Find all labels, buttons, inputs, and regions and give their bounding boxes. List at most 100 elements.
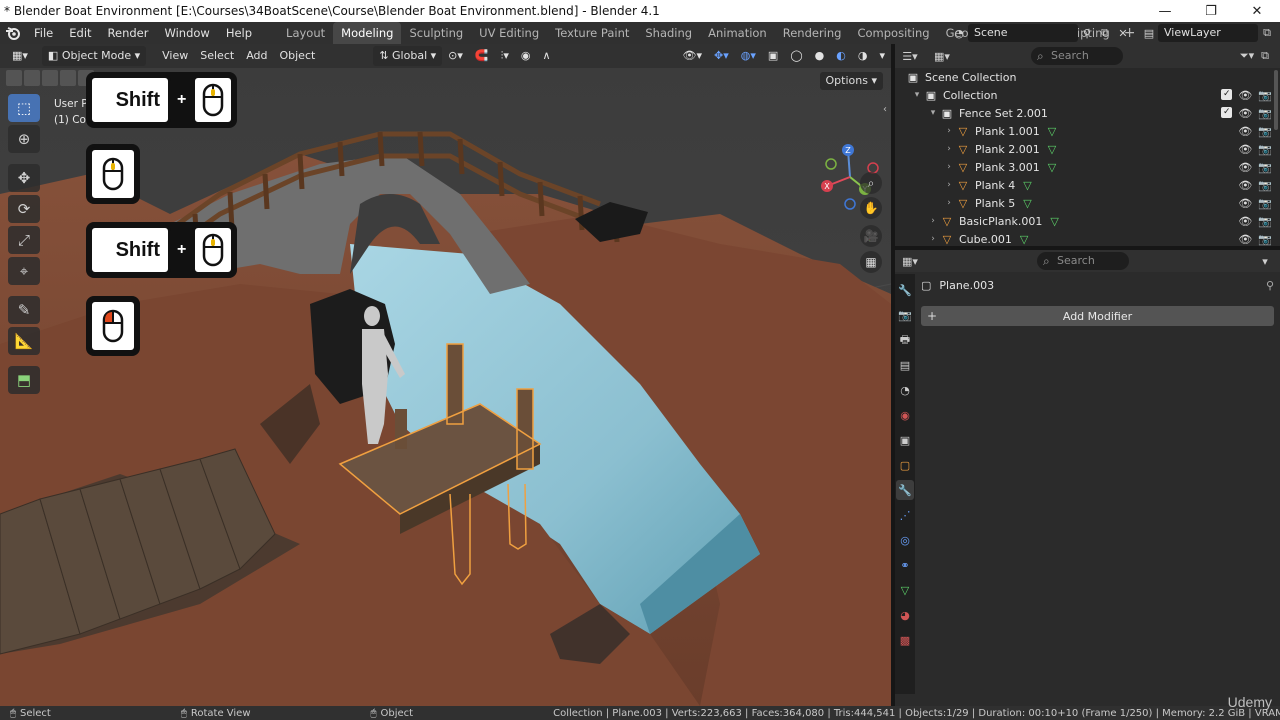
wireframe-shading-icon[interactable]: ◯ <box>784 46 808 66</box>
tab-texture-paint[interactable]: Texture Paint <box>547 22 637 44</box>
tab-animation[interactable]: Animation <box>700 22 775 44</box>
expand-icon[interactable]: › <box>943 180 955 190</box>
cursor-icon[interactable]: ⊕ <box>8 125 40 153</box>
tree-row-plank-4[interactable]: › ▽ Plank 4 ▽ 👁 📷 <box>895 176 1280 194</box>
select-box-icon[interactable]: ⬚ <box>8 94 40 122</box>
tree-row-plank-5[interactable]: › ▽ Plank 5 ▽ 👁 📷 <box>895 194 1280 212</box>
rendered-shading-icon[interactable]: ◑ <box>852 46 874 66</box>
scale-icon[interactable]: ⤢ <box>8 226 40 254</box>
tree-row-plank-3[interactable]: › ▽ Plank 3.001 ▽ 👁 📷 <box>895 158 1280 176</box>
tree-row-plank-1[interactable]: › ▽ Plank 1.001 ▽ 👁 📷 <box>895 122 1280 140</box>
eye-icon[interactable]: 👁 <box>1238 143 1252 156</box>
measure-icon[interactable]: 📐 <box>8 327 40 355</box>
overlay-icon[interactable]: ◍▾ <box>735 46 762 66</box>
tree-row-basicplank[interactable]: › ▽ BasicPlank.001 ▽ 👁 📷 <box>895 212 1280 230</box>
camera-icon[interactable]: 📷 <box>1258 197 1272 210</box>
camera-icon[interactable]: 📷 <box>1258 161 1272 174</box>
properties-options-icon[interactable]: ▾ <box>1256 252 1274 270</box>
tab-compositing[interactable]: Compositing <box>849 22 937 44</box>
visibility-icon[interactable]: 👁▾ <box>677 46 709 66</box>
menu-file[interactable]: File <box>26 22 61 44</box>
modifier-tab-icon[interactable]: 🔧 <box>896 480 914 500</box>
rotate-icon[interactable]: ⟳ <box>8 195 40 223</box>
move-icon[interactable]: ✥ <box>8 164 40 192</box>
scene-icon[interactable]: ◔ <box>950 24 968 42</box>
tree-row-scene-collection[interactable]: ▣ Scene Collection <box>895 68 1280 86</box>
select-new-icon[interactable] <box>6 70 22 86</box>
object-tab-icon[interactable]: ▢ <box>896 455 914 475</box>
outliner-editor-icon[interactable]: ☰▾ <box>901 47 919 65</box>
tree-row-fence-set[interactable]: ▾ ▣ Fence Set 2.001 ✓ 👁 📷 <box>895 104 1280 122</box>
camera-icon[interactable]: 📷 <box>1258 179 1272 192</box>
blender-logo-icon[interactable] <box>0 22 26 44</box>
scene-field[interactable]: Scene <box>968 24 1078 42</box>
tab-layout[interactable]: Layout <box>278 22 333 44</box>
object-mode-dropdown[interactable]: ◧ Object Mode ▾ <box>41 46 147 66</box>
viewlayer-icon[interactable]: ▤ <box>1140 24 1158 42</box>
tab-uv-editing[interactable]: UV Editing <box>471 22 547 44</box>
tab-modeling[interactable]: Modeling <box>333 22 402 44</box>
xray-icon[interactable]: ▣ <box>762 46 784 66</box>
pivot-icon[interactable]: ⊙▾ <box>442 46 469 66</box>
close-button[interactable]: ✕ <box>1234 0 1280 22</box>
eye-icon[interactable]: 👁 <box>1238 233 1252 246</box>
maximize-button[interactable]: ❐ <box>1188 0 1234 22</box>
tab-sculpting[interactable]: Sculpting <box>401 22 471 44</box>
select-subtract-icon[interactable] <box>42 70 58 86</box>
zoom-icon[interactable]: ⌕ <box>860 172 882 194</box>
options-dropdown[interactable]: Options ▾ <box>819 72 883 90</box>
menu-edit[interactable]: Edit <box>61 22 99 44</box>
select-extend-icon[interactable] <box>24 70 40 86</box>
tab-rendering[interactable]: Rendering <box>775 22 850 44</box>
camera-icon[interactable]: 📷 <box>1258 125 1272 138</box>
camera-view-icon[interactable]: 🎥 <box>860 225 882 247</box>
perspective-grid-icon[interactable]: ▦ <box>860 251 882 273</box>
tree-row-collection[interactable]: ▾ ▣ Collection ✓ 👁 📷 <box>895 86 1280 104</box>
pin-icon[interactable]: ⚲ <box>1266 279 1274 292</box>
add-modifier-button[interactable]: + Add Modifier <box>921 306 1274 326</box>
texture-tab-icon[interactable]: ▩ <box>896 630 914 650</box>
scene-tab-icon[interactable]: ◔ <box>896 380 914 400</box>
properties-search-input[interactable]: Search <box>1037 252 1129 270</box>
new-scene-icon[interactable]: ⧉ <box>1096 24 1114 42</box>
eye-icon[interactable]: 👁 <box>1238 179 1252 192</box>
viewlayer-field[interactable]: ViewLayer <box>1158 24 1258 42</box>
eye-icon[interactable]: 👁 <box>1238 197 1252 210</box>
3d-viewport[interactable]: ▦▾ ◧ Object Mode ▾ View Select Add Objec… <box>0 44 891 706</box>
exclude-checkbox[interactable]: ✓ <box>1221 106 1233 118</box>
snap-target-icon[interactable]: ⫶▾ <box>495 46 515 66</box>
expand-icon[interactable]: › <box>943 126 955 136</box>
pan-hand-icon[interactable]: ✋ <box>860 197 882 219</box>
outliner-search-input[interactable]: Search <box>1031 47 1123 65</box>
proportional-icon[interactable]: ◉ <box>515 46 537 66</box>
sidebar-toggle-icon[interactable]: ‹ <box>883 104 887 115</box>
menu-help[interactable]: Help <box>218 22 260 44</box>
exclude-checkbox[interactable]: ✓ <box>1221 88 1233 100</box>
camera-icon[interactable]: 📷 <box>1258 107 1272 120</box>
material-shading-icon[interactable]: ◐ <box>830 46 852 66</box>
pin-icon[interactable]: ⚲ <box>1078 24 1096 42</box>
menu-view[interactable]: View <box>156 46 194 66</box>
view-layer-tab-icon[interactable]: ▤ <box>896 355 914 375</box>
select-invert-icon[interactable] <box>60 70 76 86</box>
expand-icon[interactable]: › <box>927 234 939 244</box>
constraints-tab-icon[interactable]: ⚭ <box>896 555 914 575</box>
add-cube-icon[interactable]: ⬒ <box>8 366 40 394</box>
collection-tab-icon[interactable]: ▣ <box>896 430 914 450</box>
eye-icon[interactable]: 👁 <box>1238 107 1252 120</box>
camera-icon[interactable]: 📷 <box>1258 215 1272 228</box>
solid-shading-icon[interactable]: ● <box>809 46 831 66</box>
expand-icon[interactable]: ▾ <box>927 108 939 118</box>
camera-icon[interactable]: 📷 <box>1258 89 1272 102</box>
expand-icon[interactable]: ▾ <box>911 90 923 100</box>
tab-shading[interactable]: Shading <box>637 22 700 44</box>
shading-dropdown-icon[interactable]: ▾ <box>873 46 891 66</box>
material-tab-icon[interactable]: ◕ <box>896 605 914 625</box>
expand-icon[interactable]: › <box>943 144 955 154</box>
menu-window[interactable]: Window <box>156 22 217 44</box>
display-mode-icon[interactable]: ▦▾ <box>933 47 951 65</box>
delete-scene-icon[interactable]: ✕ <box>1114 24 1132 42</box>
tree-row-cube[interactable]: › ▽ Cube.001 ▽ 👁 📷 <box>895 230 1280 248</box>
minimize-button[interactable]: — <box>1142 0 1188 22</box>
physics-tab-icon[interactable]: ◎ <box>896 530 914 550</box>
